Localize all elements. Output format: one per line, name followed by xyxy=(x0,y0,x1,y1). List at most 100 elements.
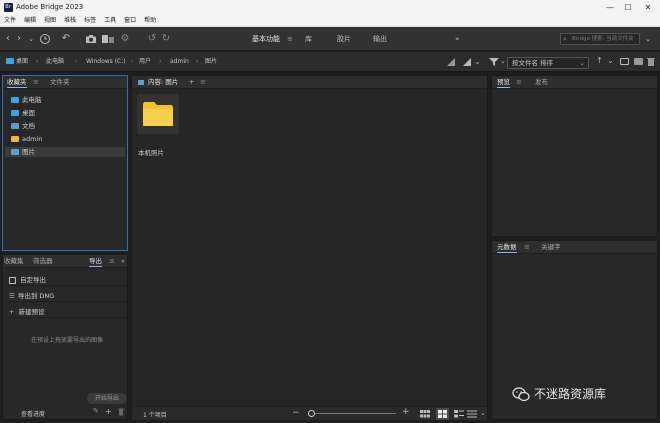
view-progress-label[interactable]: 查看进度 xyxy=(21,409,45,418)
view-options-chevron-icon[interactable]: ⌄ xyxy=(480,409,486,417)
favorite-item-pictures[interactable]: 图片 xyxy=(5,147,125,157)
menu-file[interactable]: 文件 xyxy=(4,15,16,26)
menu-window[interactable]: 窗口 xyxy=(124,15,136,26)
preview-panel: 预览 ≡ 发布 xyxy=(491,75,658,237)
folder-action-icon[interactable] xyxy=(634,58,643,65)
chevron-down-icon: ⌄ xyxy=(579,59,585,67)
gear-icon[interactable]: ⚙ xyxy=(119,32,131,46)
sort-select[interactable]: 按文件名 排序 ⌄ xyxy=(507,57,589,69)
rating-dropdown-icon[interactable]: ⌄ xyxy=(474,57,481,66)
content-panel: 内容: 图片 + ≡ 本机照片 1 个项目 − + ⌄ xyxy=(131,75,488,420)
favorite-item-this-pc[interactable]: 此电脑 xyxy=(11,95,42,105)
panel-menu-icon[interactable]: ≡ xyxy=(200,78,206,87)
list-icon: ☰ xyxy=(9,292,15,300)
close-button[interactable]: ✕ xyxy=(640,2,656,13)
workspace-overflow-icon[interactable]: » xyxy=(455,33,459,45)
breadcrumb-desktop[interactable]: 桌面 xyxy=(16,57,28,67)
tab-library[interactable]: 库 xyxy=(305,33,312,45)
add-icon[interactable]: + xyxy=(105,407,112,416)
breadcrumb-admin[interactable]: admin xyxy=(170,57,189,67)
sort-label: 按文件名 排序 xyxy=(512,59,554,67)
tab-filmstrip[interactable]: 胶片 xyxy=(337,33,351,45)
menu-view[interactable]: 视图 xyxy=(44,15,56,26)
tab-folders[interactable]: 文件夹 xyxy=(50,78,70,87)
tab-export[interactable]: 导出 xyxy=(89,257,102,267)
chevron-right-icon: › xyxy=(36,58,39,65)
return-icon[interactable]: ↶ xyxy=(60,32,72,46)
breadcrumb-users[interactable]: 用户 xyxy=(139,57,151,67)
folder-icon xyxy=(143,102,173,126)
panel-menu-icon[interactable]: ≡ xyxy=(33,78,39,87)
back-icon[interactable]: ‹ xyxy=(3,32,13,46)
list-view-icon[interactable] xyxy=(467,410,477,418)
menu-stack[interactable]: 堆栈 xyxy=(64,15,76,26)
breadcrumb-windows-c[interactable]: Windows (C:) xyxy=(86,57,126,67)
open-recent-icon[interactable]: ⌄ xyxy=(607,56,614,65)
menu-bar: 文件 编辑 视图 堆栈 标签 工具 窗口 帮助 xyxy=(0,15,660,27)
export-row-new-preset[interactable]: + 新建预设 xyxy=(9,306,129,318)
content-folder-icon xyxy=(138,80,144,85)
folder-icon xyxy=(11,136,19,142)
add-tab-icon[interactable]: + xyxy=(189,78,194,87)
new-folder-icon[interactable] xyxy=(620,58,629,65)
details-view-icon[interactable] xyxy=(454,410,464,418)
quality-icon[interactable] xyxy=(446,57,456,69)
trash-icon[interactable] xyxy=(647,57,655,69)
watermark-text: 不迷路资源库 xyxy=(534,387,607,401)
preview-panel-header: 预览 ≡ 发布 xyxy=(492,76,657,89)
minimize-button[interactable]: — xyxy=(602,2,618,13)
slider-handle[interactable] xyxy=(308,410,315,417)
breadcrumb-this-pc[interactable]: 此电脑 xyxy=(46,57,64,67)
panel-overflow-icon[interactable]: » xyxy=(121,257,125,266)
content-panel-header: 内容: 图片 + ≡ xyxy=(132,76,487,89)
breadcrumb-pictures[interactable]: 图片 xyxy=(205,57,217,67)
start-export-button[interactable]: 开始导出 xyxy=(87,393,127,404)
search-dropdown-icon[interactable]: ⌄ xyxy=(643,32,653,46)
tab-output[interactable]: 输出 xyxy=(373,33,387,45)
menu-label[interactable]: 标签 xyxy=(84,15,96,26)
refine-icon[interactable] xyxy=(100,32,116,46)
trash-icon[interactable] xyxy=(118,408,124,418)
rating-filter-icon[interactable] xyxy=(462,57,472,69)
panel-menu-icon[interactable]: ≡ xyxy=(109,257,115,266)
recent-history-icon[interactable] xyxy=(38,32,52,46)
workspace-menu-icon[interactable]: ≡ xyxy=(287,33,293,45)
export-row-custom[interactable]: 自定导出 xyxy=(9,274,129,286)
export-row-dng[interactable]: ☰ 导出到 DNG xyxy=(9,290,129,302)
menu-tools[interactable]: 工具 xyxy=(104,15,116,26)
menu-help[interactable]: 帮助 xyxy=(144,15,156,26)
filter-dropdown-icon[interactable]: ⌄ xyxy=(500,57,506,65)
menu-edit[interactable]: 编辑 xyxy=(24,15,36,26)
tab-collections[interactable]: 收藏集 xyxy=(4,257,24,266)
tab-keywords[interactable]: 关键字 xyxy=(541,243,561,252)
rotate-left-icon[interactable]: ↺ xyxy=(146,32,158,46)
favorite-item-desktop[interactable]: 桌面 xyxy=(11,108,35,118)
panel-menu-icon[interactable]: ≡ xyxy=(524,243,530,252)
tab-publish[interactable]: 发布 xyxy=(535,78,548,87)
search-input[interactable]: ⌕ Bridge 搜索: 当前文件夹 xyxy=(560,33,640,45)
folder-label[interactable]: 本机照片 xyxy=(138,147,164,157)
thumbnail-size-slider[interactable] xyxy=(310,413,396,414)
toolbar: ‹ › ⌄ ↶ ⚙ ↺ ↻ 基本功能 ≡ 库 胶片 输出 » ⌕ Bridge … xyxy=(0,27,660,51)
tab-filters[interactable]: 筛选器 xyxy=(33,257,53,266)
tab-metadata[interactable]: 元数据 xyxy=(497,243,517,253)
sort-direction-icon[interactable]: ↑ xyxy=(596,56,603,65)
edit-icon[interactable]: ✎ xyxy=(93,407,99,415)
folder-thumbnail[interactable] xyxy=(137,94,179,134)
panel-menu-icon[interactable]: ≡ xyxy=(516,78,522,87)
chevron-down-icon[interactable]: ⌄ xyxy=(26,32,36,46)
metadata-panel: 元数据 ≡ 关键字 不迷路资源库 xyxy=(491,240,658,420)
maximize-button[interactable]: ☐ xyxy=(620,2,636,13)
favorite-item-admin[interactable]: admin xyxy=(11,134,42,144)
watermark: 不迷路资源库 xyxy=(512,385,657,405)
tab-preview[interactable]: 预览 xyxy=(497,78,510,88)
filter-icon[interactable] xyxy=(488,57,500,69)
rotate-right-icon[interactable]: ↻ xyxy=(160,32,172,46)
tab-favorites[interactable]: 收藏夹 xyxy=(7,78,27,88)
thumbnail-view-button[interactable] xyxy=(436,408,449,420)
favorite-item-documents[interactable]: 文档 xyxy=(11,121,35,131)
forward-icon[interactable]: › xyxy=(14,32,24,46)
camera-icon[interactable] xyxy=(84,32,98,46)
zoom-out-icon[interactable]: − xyxy=(292,408,300,418)
tab-essentials[interactable]: 基本功能 xyxy=(252,33,280,45)
